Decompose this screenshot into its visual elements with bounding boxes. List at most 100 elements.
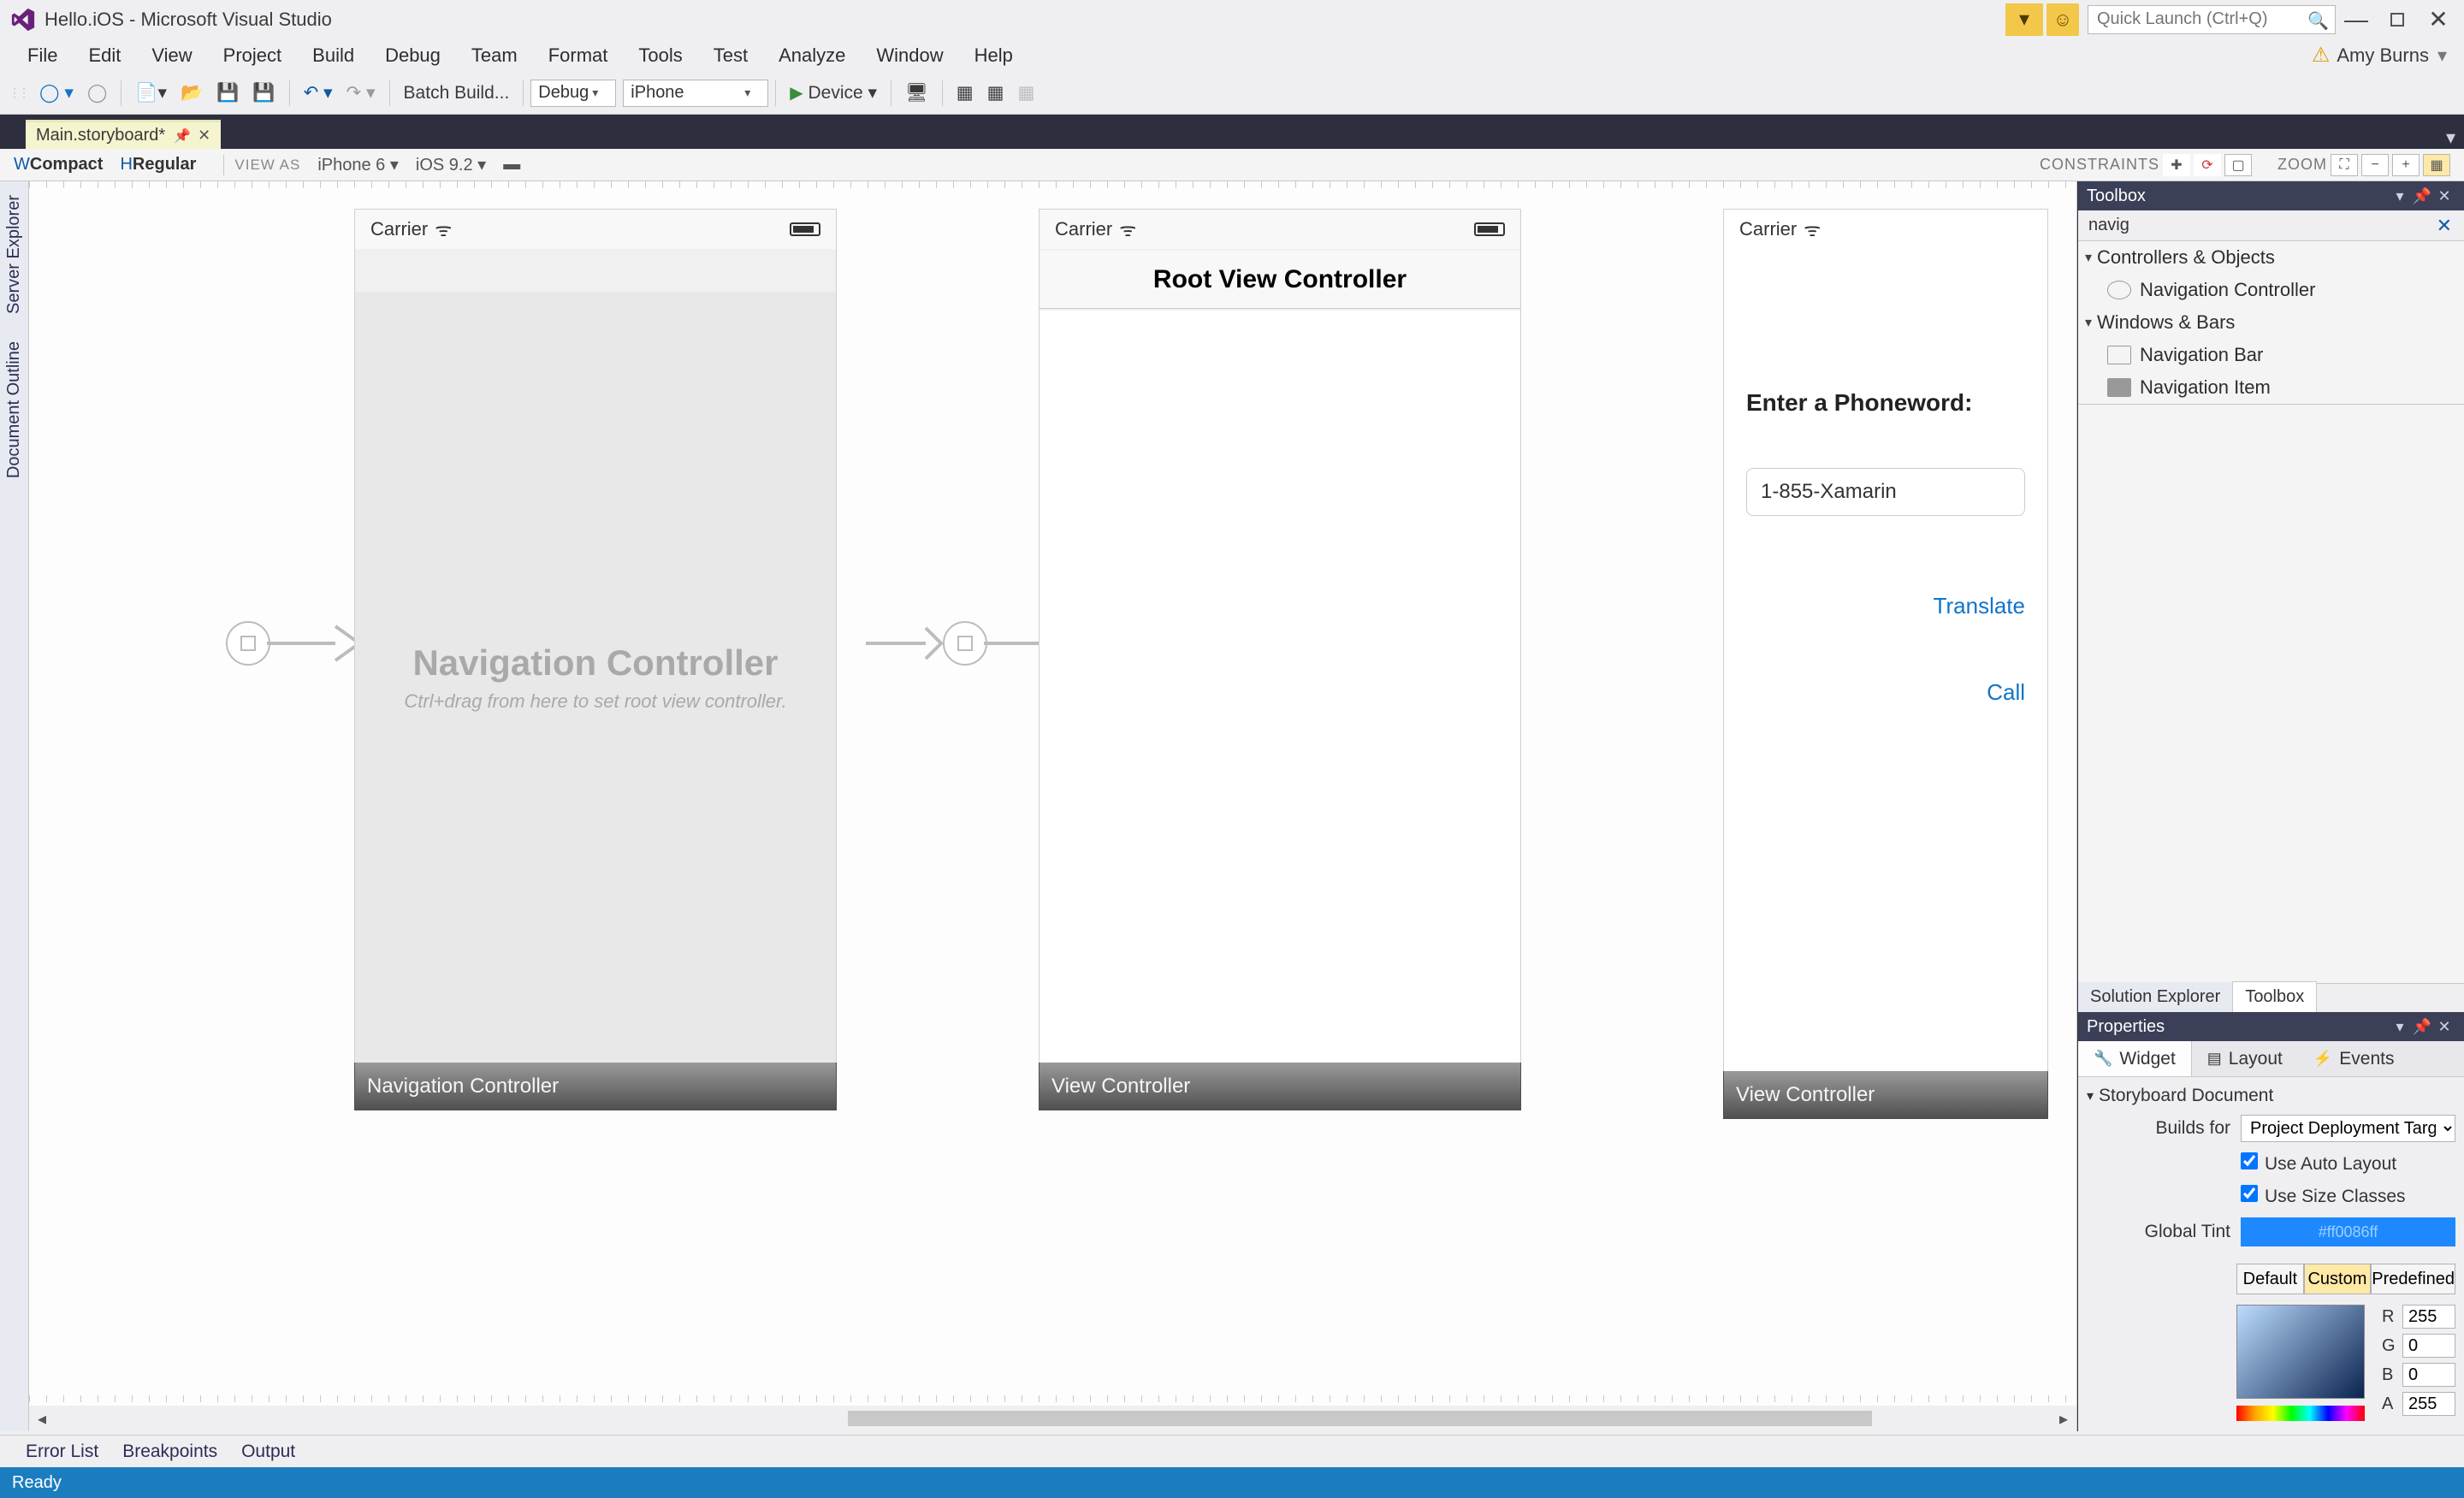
config-dropdown[interactable]: Debug▾ [530,80,616,107]
seg-predefined[interactable]: Predefined [2371,1264,2455,1294]
menu-tools[interactable]: Tools [623,41,697,70]
menu-project[interactable]: Project [208,41,297,70]
tool-b-button[interactable]: ▦ [980,79,1011,108]
menu-test[interactable]: Test [698,41,763,70]
menu-team[interactable]: Team [456,41,533,70]
zoom-fit-icon[interactable]: ⛶ [2331,154,2358,176]
size-classes-checkbox[interactable]: Use Size Classes [2241,1187,2406,1206]
start-button[interactable]: ▶ Device ▾ [783,79,884,108]
toolbox-tab[interactable]: Toolbox [2232,981,2317,1012]
auto-layout-checkbox[interactable]: Use Auto Layout [2241,1154,2396,1174]
save-all-button[interactable]: 💾 [246,79,281,108]
panel-close-icon[interactable]: ✕ [2433,187,2455,205]
zoom-out-icon[interactable]: − [2361,154,2389,176]
size-class-w[interactable]: WCompact [14,155,103,175]
toolbox-search-input[interactable] [2085,214,2431,237]
open-button[interactable]: 📂 [174,79,210,108]
layout-tab[interactable]: ▤Layout [2192,1041,2298,1076]
server-explorer-tab[interactable]: Server Explorer [3,181,26,328]
toolbox-group[interactable]: ▾Windows & Bars [2078,306,2464,339]
panel-pin-icon[interactable]: 📌 [2411,1018,2433,1036]
tool-c-button[interactable]: ▦ [1010,79,1041,108]
tint-type-segment[interactable]: Default Custom Predefined [2236,1264,2455,1294]
scroll-right-icon[interactable]: ▸ [2051,1406,2076,1431]
phoneword-input[interactable]: 1-855-Xamarin [1746,468,2025,516]
save-button[interactable]: 💾 [210,79,246,108]
panel-close-icon[interactable]: ✕ [2433,1018,2455,1036]
signed-in-user[interactable]: ⚠ Amy Burns ▾ [2312,43,2464,68]
quick-launch-input[interactable] [2088,5,2336,34]
color-picker-hue[interactable] [2236,1406,2365,1421]
nav-fwd-button[interactable]: ◯ [80,79,115,108]
panel-menu-icon[interactable]: ▾ [2389,1018,2411,1036]
entry-point-segue[interactable] [226,618,361,669]
solution-explorer-tab[interactable]: Solution Explorer [2078,982,2232,1012]
menu-debug[interactable]: Debug [370,41,456,70]
quick-launch[interactable]: 🔍 [2088,5,2336,34]
orientation-icon[interactable]: ▬ [503,155,520,175]
call-button[interactable]: Call [1746,679,2025,706]
close-button[interactable]: ✕ [2418,3,2459,36]
menu-edit[interactable]: Edit [73,41,136,70]
redo-button[interactable]: ↷ ▾ [340,79,382,108]
rgba-b-input[interactable] [2402,1363,2455,1387]
properties-header[interactable]: Properties ▾ 📌 ✕ [2078,1012,2464,1041]
menu-view[interactable]: View [136,41,207,70]
events-tab[interactable]: ⚡Events [2298,1041,2410,1076]
scene-navigation-controller[interactable]: Carrier ᯤ Navigation Controller Ctrl+dra… [354,209,837,1112]
notifications-icon[interactable]: ▾ [2005,3,2043,36]
widget-tab[interactable]: 🔧Widget [2078,1041,2192,1076]
scroll-thumb[interactable] [848,1411,1872,1426]
scene-footer[interactable]: Navigation Controller [354,1063,837,1110]
toolbox-item-navigation-bar[interactable]: Navigation Bar [2078,339,2464,371]
scene-footer[interactable]: View Controller [1723,1071,2048,1119]
color-picker-gradient[interactable] [2236,1305,2365,1399]
storyboard-document-group[interactable]: ▾Storyboard Document [2087,1082,2455,1110]
platform-dropdown[interactable]: iPhone▾ [623,80,768,107]
constraints-frame-icon[interactable]: ▢ [2224,154,2252,176]
constraints-update-icon[interactable]: ⟳ [2194,154,2221,176]
scroll-left-icon[interactable]: ◂ [29,1406,55,1431]
document-tab[interactable]: Main.storyboard* 📌 ✕ [26,120,221,149]
pin-icon[interactable]: 📌 [174,127,191,145]
nav-bar-title[interactable]: Root View Controller [1040,251,1520,309]
menu-analyze[interactable]: Analyze [763,41,861,70]
pair-mac-button[interactable]: 🖥 [898,79,935,108]
clear-search-icon[interactable]: ✕ [2431,215,2457,237]
toolbox-item-navigation-controller[interactable]: Navigation Controller [2078,274,2464,306]
zoom-actual-icon[interactable]: ▦ [2423,154,2450,176]
toolbox-header[interactable]: Toolbox ▾ 📌 ✕ [2078,181,2464,210]
panel-pin-icon[interactable]: 📌 [2411,187,2433,205]
rgba-a-input[interactable] [2402,1392,2455,1416]
minimize-button[interactable]: — [2336,3,2377,36]
document-outline-tab[interactable]: Document Outline [3,328,26,492]
seg-default[interactable]: Default [2236,1264,2304,1294]
viewas-ios[interactable]: iOS 9.2 ▾ [416,154,486,175]
menu-window[interactable]: Window [861,41,958,70]
viewas-device[interactable]: iPhone 6 ▾ [317,154,399,175]
maximize-button[interactable] [2377,3,2418,36]
batch-build-button[interactable]: Batch Build... [397,79,517,108]
output-tab[interactable]: Output [241,1442,295,1462]
tab-close-icon[interactable]: ✕ [198,127,210,145]
error-list-tab[interactable]: Error List [26,1442,98,1462]
builds-for-select[interactable]: Project Deployment Target [2241,1115,2455,1142]
undo-button[interactable]: ↶ ▾ [297,79,340,108]
rgba-g-input[interactable] [2402,1334,2455,1358]
feedback-icon[interactable]: ☺ [2046,3,2079,36]
menu-help[interactable]: Help [959,41,1028,70]
storyboard-canvas[interactable]: Carrier ᯤ Navigation Controller Ctrl+dra… [29,181,2077,1431]
size-class-h[interactable]: HRegular [120,155,196,175]
tint-swatch[interactable]: #ff0086ff [2241,1217,2455,1246]
rgba-r-input[interactable] [2402,1305,2455,1329]
new-file-button[interactable]: 📄▾ [128,79,174,108]
menu-build[interactable]: Build [297,41,370,70]
menu-file[interactable]: File [12,41,73,70]
scene-footer[interactable]: View Controller [1039,1063,1521,1110]
breakpoints-tab[interactable]: Breakpoints [122,1442,217,1462]
zoom-in-icon[interactable]: + [2392,154,2420,176]
toolbox-group[interactable]: ▾Controllers & Objects [2078,241,2464,274]
constraints-add-icon[interactable]: ✚ [2163,154,2190,176]
horizontal-scrollbar[interactable]: ◂ ▸ [29,1406,2076,1431]
menu-format[interactable]: Format [533,41,624,70]
